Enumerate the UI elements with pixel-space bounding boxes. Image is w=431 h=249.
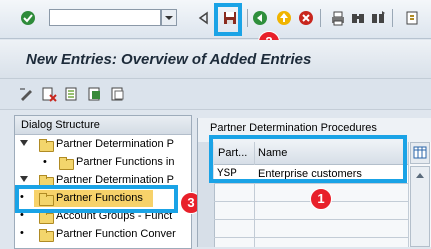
print-icon[interactable] bbox=[330, 10, 346, 26]
annotation-badge-1: 1 bbox=[310, 188, 332, 210]
dropdown-icon[interactable] bbox=[161, 9, 177, 26]
copy-icon[interactable] bbox=[64, 86, 80, 102]
find-next-icon[interactable] bbox=[370, 10, 386, 26]
folder-icon bbox=[39, 229, 54, 242]
dialog-structure-header: Dialog Structure bbox=[15, 116, 191, 135]
dialog-structure-panel: Dialog Structure Partner Determination P… bbox=[14, 115, 192, 249]
folder-open-icon bbox=[39, 139, 54, 152]
enter-icon[interactable] bbox=[20, 10, 36, 26]
save-highlight-box bbox=[214, 3, 242, 36]
back-triangle-icon[interactable] bbox=[196, 10, 212, 26]
select-all-icon[interactable] bbox=[87, 86, 103, 102]
find-icon[interactable] bbox=[350, 10, 366, 26]
expanded-arrow-icon[interactable] bbox=[20, 138, 28, 150]
tree-item-label: Partner Determination P bbox=[56, 138, 174, 150]
dialog-structure-title: Dialog Structure bbox=[21, 119, 100, 131]
application-toolbar bbox=[0, 79, 431, 110]
tree-bullet-icon: • bbox=[20, 227, 24, 239]
cancel-icon[interactable] bbox=[298, 10, 314, 26]
folder-icon bbox=[59, 157, 74, 170]
vertical-scrollbar[interactable] bbox=[410, 166, 430, 247]
table-highlight-box bbox=[209, 135, 407, 183]
partner-functions-highlight-box bbox=[15, 185, 178, 213]
procedures-title: Partner Determination Procedures bbox=[210, 122, 377, 134]
back-icon[interactable] bbox=[252, 10, 268, 26]
page-title: New Entries: Overview of Added Entries bbox=[26, 51, 312, 68]
first-page-icon[interactable] bbox=[404, 10, 420, 26]
exit-icon[interactable] bbox=[276, 10, 292, 26]
tree-bullet-icon: • bbox=[43, 156, 47, 168]
folder-icon bbox=[39, 211, 54, 224]
title-bar: New Entries: Overview of Added Entries bbox=[0, 40, 431, 79]
tree-item-label: Partner Function Conver bbox=[56, 228, 176, 240]
command-field[interactable] bbox=[49, 9, 161, 26]
system-toolbar bbox=[0, 0, 431, 39]
delete-icon[interactable] bbox=[41, 86, 57, 102]
display-change-icon[interactable] bbox=[18, 86, 34, 102]
column-settings-icon[interactable] bbox=[410, 142, 430, 164]
deselect-icon[interactable] bbox=[110, 86, 126, 102]
tree-item-label: Partner Functions in bbox=[76, 156, 175, 168]
